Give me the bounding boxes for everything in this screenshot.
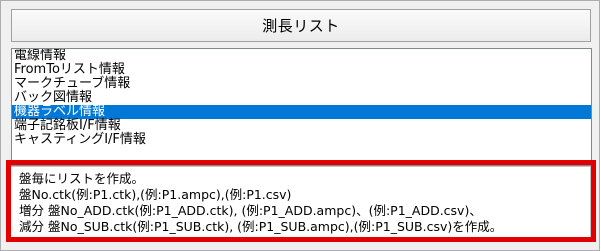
list-item-mark-tube-info[interactable]: マークチューブ情報 — [12, 77, 591, 91]
list-item-wire-info[interactable]: 電線情報 — [12, 49, 591, 63]
description-line-2: 盤No.ctk(例:P1.ctk),(例:P1.ampc),(例:P1.csv) — [19, 187, 292, 202]
list-title-header: 測長リスト — [11, 9, 591, 42]
list-item-terminal-nameplate-info[interactable]: 端子記銘板I/F情報 — [12, 119, 591, 133]
description-line-3: 増分 盤No_ADD.ctk(例:P1_ADD.ctk), (例:P1_ADD.… — [19, 203, 482, 218]
list-item-back-diagram-info[interactable]: バック図情報 — [12, 91, 591, 105]
list-item-device-label-info[interactable]: 機器ラベル情報 — [12, 105, 591, 119]
description-line-4: 減分 盤No_SUB.ctk(例:P1_SUB.ctk), (例:P1_SUB.… — [19, 219, 503, 234]
list-item-casting-info[interactable]: キャスティングI/F情報 — [12, 133, 591, 147]
description-highlight-box: 盤毎にリストを作成。 盤No.ctk(例:P1.ctk),(例:P1.ampc)… — [6, 160, 596, 242]
list-title-text: 測長リスト — [262, 17, 340, 35]
report-listbox[interactable]: 電線情報 FromToリスト情報 マークチューブ情報 バック図情報 機器ラベル情… — [11, 48, 592, 166]
list-item-fromto-info[interactable]: FromToリスト情報 — [12, 63, 591, 77]
description-line-1: 盤毎にリストを作成。 — [19, 171, 145, 186]
